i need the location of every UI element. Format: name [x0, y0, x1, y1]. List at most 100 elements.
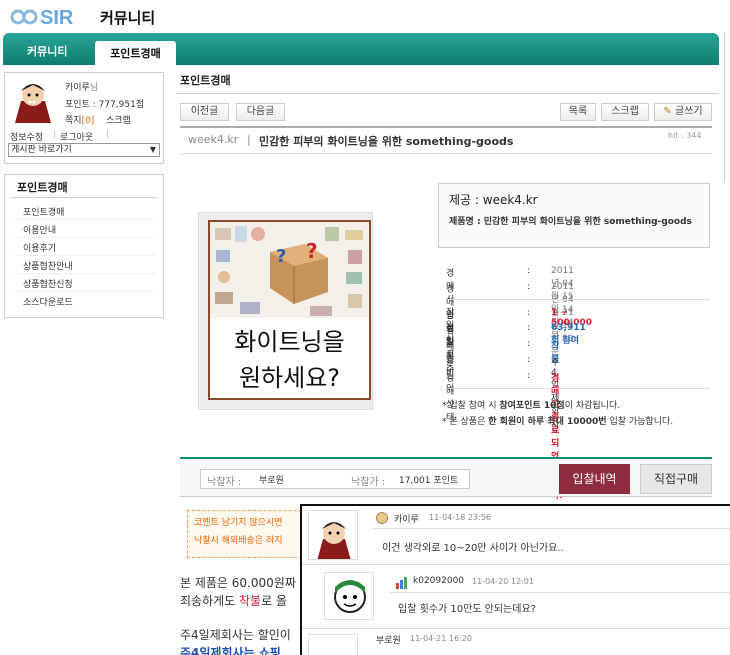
comment-divider	[372, 528, 730, 529]
info-divider	[446, 299, 710, 300]
user-links-divider: |	[53, 130, 57, 140]
post-hit-count: hit : 344	[668, 131, 702, 140]
memo-count: [0]	[81, 116, 95, 126]
page-edge-line	[724, 32, 725, 182]
body-line-4: 주4일제회사는 쇼핑	[180, 646, 281, 655]
write-button[interactable]: ✎ 글쓰기	[654, 103, 712, 121]
note-2-text: * 본 상품은	[442, 417, 489, 427]
next-post-button[interactable]: 다음글	[236, 103, 285, 121]
point-label: 포인트 :	[65, 100, 99, 110]
direct-buy-button[interactable]: 직접구매	[640, 464, 712, 494]
info-colon: :	[527, 266, 531, 276]
comment-notice: 코멘트 남기지 않으시면 낙찰시 해외배송은 하지	[187, 510, 307, 558]
note-2: * 본 상품은 한 회원이 하루 최대 10000번 입찰 가능합니다.	[442, 414, 710, 430]
nickname-suffix: 님	[89, 83, 99, 93]
comment-avatar	[308, 510, 358, 560]
note-1-text: * 입찰 참여 시	[442, 401, 500, 411]
post-title: 민감한 피부의 화이트닝을 위한 something-goods	[259, 135, 514, 148]
note-1-bold: 참여포인트 10점	[499, 401, 565, 411]
body-line-2: 죄송하게도 착불로 올	[180, 592, 304, 610]
post-header-divider	[180, 153, 712, 154]
comment-author[interactable]: 부로원	[376, 633, 401, 646]
logo-text: SIR	[40, 7, 74, 29]
user-info-box: 카이루님 포인트 : 777,951점 쪽지[0] 스크랩 정보수정 | 로그아…	[4, 72, 164, 164]
logout-link[interactable]: 로그아웃	[60, 130, 93, 143]
side-menu-item-point-auction[interactable]: 포인트경매	[23, 205, 64, 218]
scrap-button[interactable]: 스크랩	[601, 103, 649, 121]
nav-tab-community[interactable]: 커뮤니티	[27, 43, 67, 59]
menu-divider	[15, 219, 155, 220]
product-image-caption-2: 원하세요?	[238, 364, 341, 392]
body-line-2-tail: 로 올	[261, 594, 288, 608]
side-menu-item-sponsor-apply[interactable]: 상품협찬신청	[23, 277, 73, 290]
provider-box: 제공 : week4.kr 제품명 : 민감한 피부의 화이트닝을 위한 som…	[438, 183, 710, 248]
info-colon: :	[527, 323, 531, 333]
body-line-2-highlight: 착불	[239, 594, 262, 608]
body-line-3: 주4일제회사는 할인이	[180, 628, 291, 642]
list-button[interactable]: 목록	[560, 103, 596, 121]
winner-label: 낙찰자 :	[207, 477, 242, 488]
body-line-2-text: 죄송하게도	[180, 594, 240, 608]
menu-divider	[15, 255, 155, 256]
user-nickname: 카이루님	[65, 80, 98, 93]
provider-label: 제공 : week4.kr	[449, 193, 538, 207]
product-collage-illustration: ? ?	[210, 222, 369, 318]
prev-post-button[interactable]: 이전글	[180, 103, 229, 121]
winner-value: 부로원	[259, 476, 284, 486]
product-name: 제품명 : 민감한 피부의 화이트닝을 위한 something-goods	[449, 217, 692, 227]
side-menu-item-sponsor-guide[interactable]: 상품협찬안내	[23, 259, 73, 272]
edit-info-link[interactable]: 정보수정	[10, 130, 43, 143]
menu-divider	[15, 291, 155, 292]
memo-link[interactable]: 쪽지[0]	[65, 113, 94, 126]
memo-label: 쪽지	[65, 116, 82, 126]
user-level-icon	[376, 512, 388, 524]
comment-author[interactable]: 카이루	[394, 512, 419, 525]
nickname-text: 카이루	[65, 83, 90, 93]
notice-line-2: 낙찰시 해외배송은 하지	[194, 536, 283, 546]
nav-tab-point-auction[interactable]: 포인트경매	[95, 41, 176, 65]
bar-chart-level-icon	[396, 577, 408, 589]
scrap-link[interactable]: 스크랩	[106, 113, 131, 126]
comment-date: 11-04-20 12:01	[472, 577, 534, 586]
comment-author[interactable]: k02092000	[413, 576, 464, 586]
board-shortcut-select[interactable]: 게시판 바로가기 ▼	[8, 143, 160, 157]
notice-line-1: 코멘트 남기지 않으시면	[194, 518, 283, 528]
side-menu-item-guide[interactable]: 이용안내	[23, 223, 56, 236]
sir-logo[interactable]: SIR	[10, 4, 90, 30]
pencil-icon: ✎	[663, 106, 672, 117]
comment-date: 11-04-18 23:56	[429, 513, 491, 522]
site-title: 커뮤니티	[100, 9, 156, 27]
comment-avatar	[308, 634, 358, 655]
side-menu: 포인트경매 포인트경매 이용안내 이용후기 상품협찬안내 상품협찬신청 소스다운…	[4, 174, 164, 318]
info-colon: :	[527, 282, 531, 292]
comment-avatar	[324, 572, 374, 620]
side-menu-item-reviews[interactable]: 이용후기	[23, 241, 56, 254]
main-title: 포인트경매	[180, 74, 231, 87]
price-label: 낙찰가 :	[351, 477, 386, 488]
side-menu-item-source-download[interactable]: 소스다운로드	[23, 295, 73, 308]
svg-text:?: ?	[306, 239, 318, 263]
comment-text: 이건 생각외로 10~20만 사이가 아닌가요..	[382, 543, 564, 554]
svg-text:?: ?	[276, 246, 286, 267]
body-line-1: 본 제품은 60.000원짜	[180, 576, 296, 590]
side-menu-title: 포인트경매	[11, 178, 157, 198]
post-body: 본 제품은 60.000원짜 죄송하게도 착불로 올 주4일제회사는 할인이 주…	[180, 574, 304, 655]
post-author[interactable]: week4.kr	[188, 133, 238, 146]
note-2-tail: 입찰 가능합니다.	[606, 417, 674, 427]
comment-divider	[302, 564, 730, 565]
product-image: ? ? 화이트닝을 원하세요?	[208, 220, 371, 400]
info-divider	[446, 388, 710, 389]
bid-history-button[interactable]: 입찰내역	[559, 464, 630, 494]
post-separator: |	[247, 133, 251, 146]
note-1-tail: 이 차감됩니다.	[564, 401, 621, 411]
comments-panel: 카이루 11-04-18 23:56 이건 생각외로 10~20만 사이가 아닌…	[300, 504, 730, 655]
point-value: 777,951점	[98, 100, 145, 110]
comment-divider	[390, 592, 730, 593]
comment-divider	[302, 628, 730, 629]
product-image-caption-1: 화이트닝을	[234, 328, 345, 356]
menu-divider	[15, 237, 155, 238]
info-colon: :	[527, 371, 531, 381]
comment-date: 11-04-21 16:20	[410, 634, 472, 643]
comment-text: 입찰 횟수가 10만도 안되는데요?	[398, 604, 536, 615]
auction-notes: * 입찰 참여 시 참여포인트 10점이 차감됩니다. * 본 상품은 한 회원…	[442, 398, 710, 430]
